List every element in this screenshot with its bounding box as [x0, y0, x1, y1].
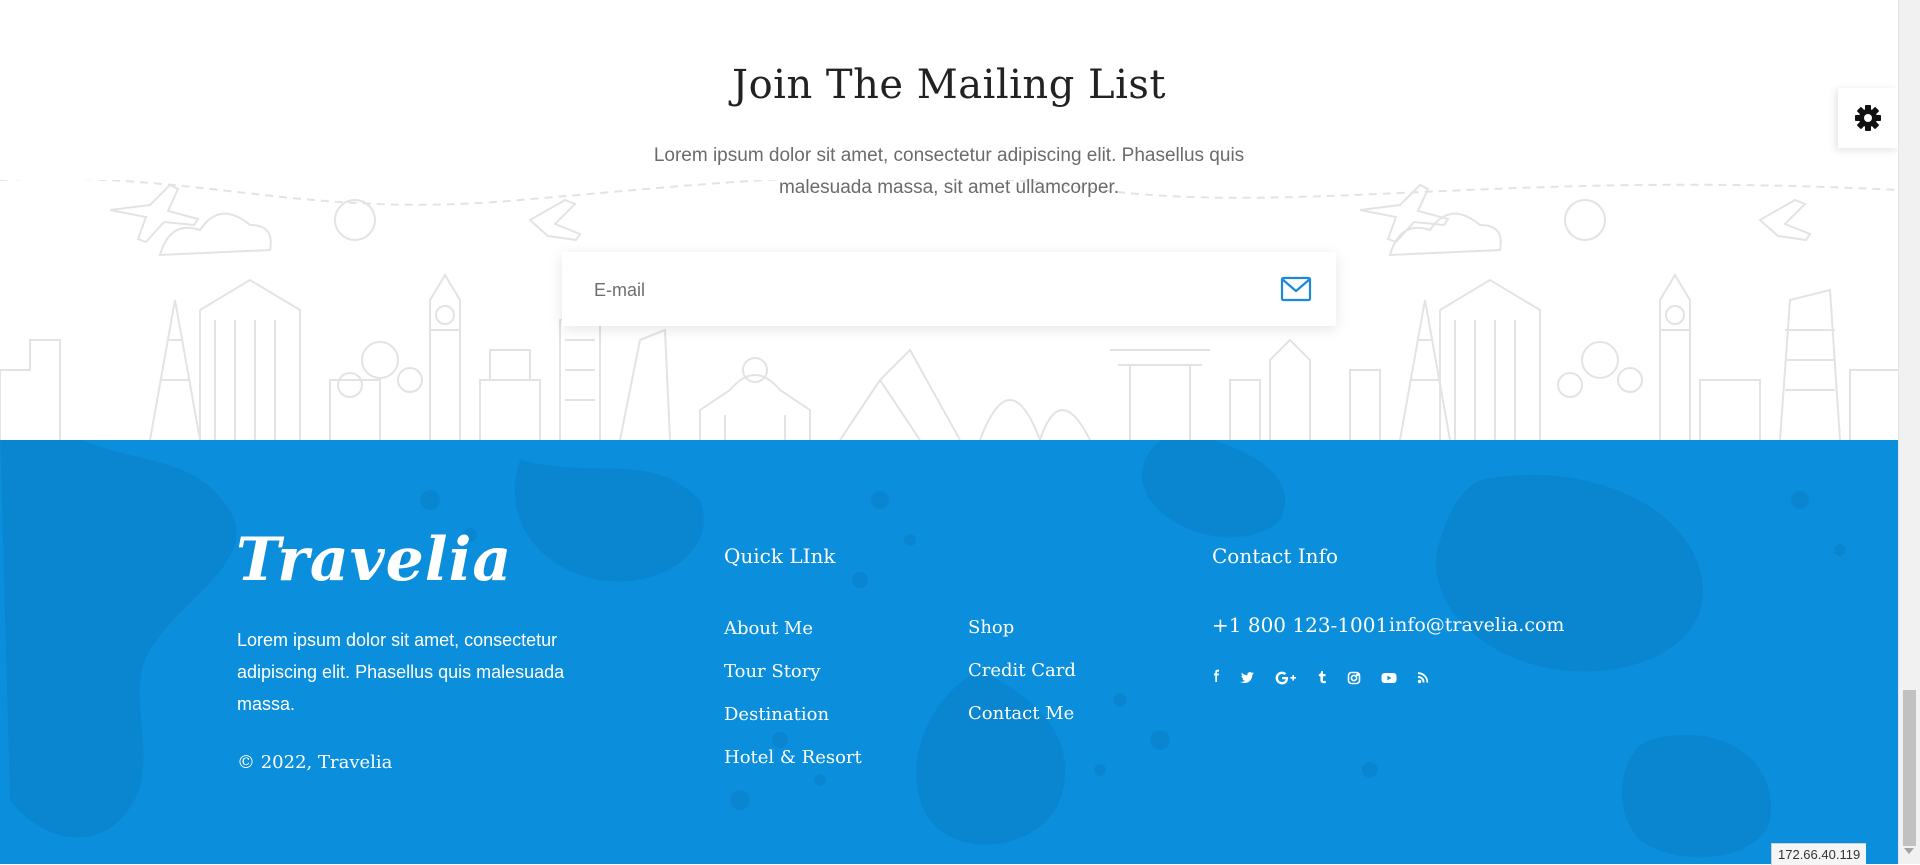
quick-links-list-b: Shop Credit Card Contact Me — [968, 617, 1076, 746]
instagram-icon — [1347, 671, 1361, 685]
rss-link[interactable] — [1417, 666, 1430, 690]
email-input[interactable] — [592, 270, 1246, 310]
rss-icon — [1417, 672, 1429, 684]
link-about-me[interactable]: About Me — [724, 618, 813, 639]
footer-about-text: Lorem ipsum dolor sit amet, consectetur … — [237, 630, 565, 714]
page: Join The Mailing List Lorem ipsum dolor … — [0, 0, 1898, 864]
scroll-down-arrow-icon[interactable] — [1904, 848, 1914, 854]
scrollbar-thumb[interactable] — [1903, 690, 1916, 846]
link-hotel-resort[interactable]: Hotel & Resort — [724, 747, 862, 768]
mailing-title: Join The Mailing List — [732, 62, 1166, 108]
contact-info-title: Contact Info — [1212, 544, 1339, 568]
link-contact-me[interactable]: Contact Me — [968, 703, 1074, 724]
ip-address-badge: 172.66.40.119 — [1771, 843, 1867, 865]
vertical-scrollbar[interactable] — [1898, 0, 1920, 864]
contact-phone[interactable]: +1 800 123-1001 — [1212, 613, 1388, 637]
contact-email[interactable]: info@travelia.com — [1389, 614, 1564, 636]
link-destination[interactable]: Destination — [724, 704, 829, 725]
quick-links-list-a: About Me Tour Story Destination Hotel & … — [724, 618, 862, 790]
copyright-text: © 2022, Travelia — [237, 752, 393, 773]
google-plus-icon — [1275, 671, 1296, 685]
travelia-logo[interactable]: Travelia — [236, 530, 512, 590]
facebook-link[interactable] — [1212, 666, 1220, 690]
link-tour-story[interactable]: Tour Story — [724, 661, 821, 682]
twitter-icon — [1240, 672, 1254, 684]
envelope-icon[interactable] — [1280, 276, 1312, 302]
footer: Travelia Lorem ipsum dolor sit amet, con… — [0, 440, 1898, 864]
facebook-icon — [1214, 669, 1219, 682]
link-shop[interactable]: Shop — [968, 617, 1014, 638]
youtube-link[interactable] — [1381, 666, 1397, 690]
link-credit-card[interactable]: Credit Card — [968, 660, 1076, 681]
tumblr-link[interactable] — [1317, 666, 1327, 690]
mailing-description: Lorem ipsum dolor sit amet, consectetur … — [653, 145, 1245, 198]
mailing-section: Join The Mailing List Lorem ipsum dolor … — [0, 0, 1898, 440]
twitter-link[interactable] — [1240, 666, 1255, 690]
newsletter-form — [562, 252, 1336, 326]
tumblr-icon — [1318, 671, 1326, 684]
google-plus-link[interactable] — [1275, 666, 1297, 690]
quick-links-title: Quick LInk — [724, 544, 836, 568]
instagram-link[interactable] — [1347, 666, 1361, 690]
social-links — [1212, 666, 1450, 690]
gear-icon — [1855, 105, 1881, 131]
settings-button[interactable] — [1838, 88, 1898, 148]
youtube-icon — [1381, 673, 1397, 683]
